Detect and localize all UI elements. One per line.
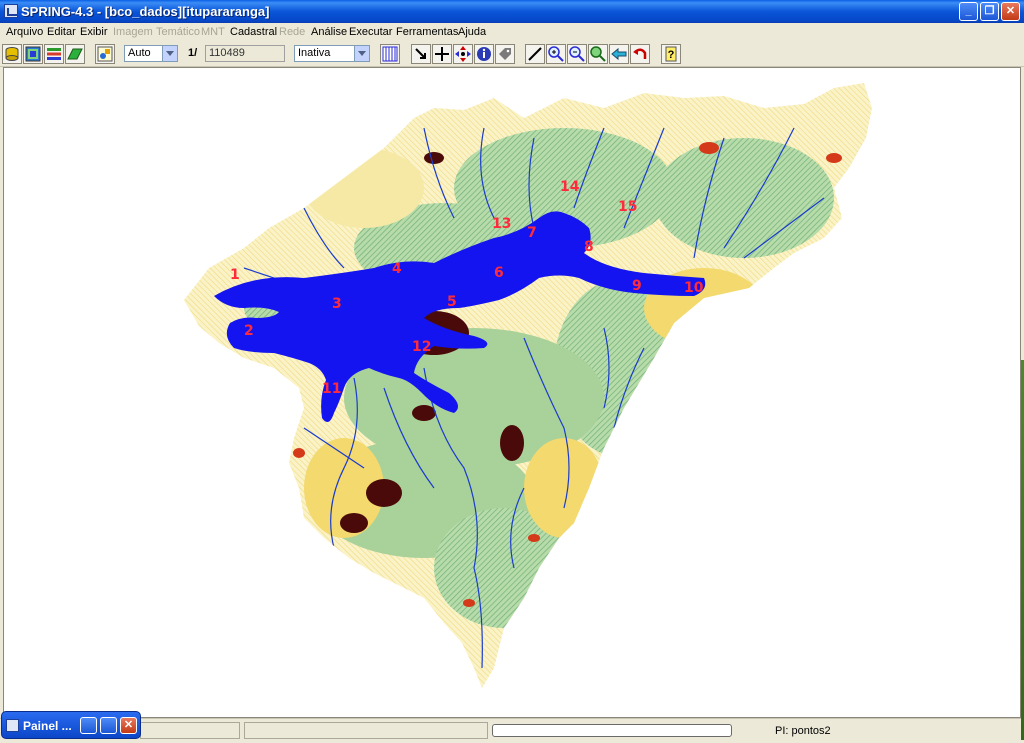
- menu-mnt[interactable]: MNT: [201, 26, 225, 38]
- status-pane: [140, 722, 240, 739]
- map-canvas[interactable]: 1 2 3 4 5 6 7 8 9 10 11 12 13 14 15: [3, 67, 1021, 718]
- restore-button[interactable]: ❐: [980, 2, 999, 21]
- panel-icon: [6, 719, 19, 732]
- point-label-15: 15: [618, 199, 637, 215]
- back-arrow-icon[interactable]: [609, 44, 629, 64]
- window-title: SPRING-4.3 - [bco_dados][itupararanga]: [21, 4, 270, 19]
- point-label-3: 3: [332, 296, 342, 312]
- scale-prefix: 1/: [188, 47, 198, 59]
- status-bar: PI: pontos2: [0, 718, 1024, 743]
- basin-area: [184, 83, 872, 688]
- status-pane: [244, 722, 488, 739]
- menu-bar: Arquivo Editar Exibir Imagem Temático MN…: [0, 23, 1024, 42]
- zoom-mode-value: Auto: [128, 47, 151, 59]
- draw-icon[interactable]: [411, 44, 431, 64]
- info-icon[interactable]: [474, 44, 494, 64]
- menu-rede[interactable]: Rede: [279, 26, 305, 38]
- panel-close-button[interactable]: ✕: [120, 717, 137, 734]
- menu-analise[interactable]: Análise: [311, 26, 347, 38]
- grid-icon[interactable]: [380, 44, 400, 64]
- menu-exibir[interactable]: Exibir: [80, 26, 108, 38]
- menu-editar[interactable]: Editar: [47, 26, 76, 38]
- point-label-8: 8: [584, 239, 594, 255]
- title-bar[interactable]: SPRING-4.3 - [bco_dados][itupararanga] _…: [0, 0, 1024, 23]
- layers-icon[interactable]: [44, 44, 64, 64]
- point-label-2: 2: [244, 323, 254, 339]
- plane-icon[interactable]: [65, 44, 85, 64]
- point-label-6: 6: [494, 265, 504, 281]
- pan-icon[interactable]: [453, 44, 473, 64]
- panel-maximize-button[interactable]: [100, 717, 117, 734]
- project-icon[interactable]: [23, 44, 43, 64]
- help-icon[interactable]: ?: [661, 44, 681, 64]
- point-label-7: 7: [527, 225, 537, 241]
- zoom-mode-select[interactable]: Auto: [124, 45, 178, 62]
- progress-bar: [492, 724, 732, 737]
- tag-icon[interactable]: [495, 44, 515, 64]
- edit-line-icon[interactable]: [525, 44, 545, 64]
- point-label-13: 13: [492, 216, 511, 232]
- menu-ajuda[interactable]: Ajuda: [458, 26, 486, 38]
- point-label-14: 14: [560, 179, 580, 195]
- menu-cadastral[interactable]: Cadastral: [230, 26, 277, 38]
- minimize-button[interactable]: _: [959, 2, 978, 21]
- menu-ferramentas[interactable]: Ferramentas: [396, 26, 458, 38]
- menu-tematico[interactable]: Temático: [156, 26, 200, 38]
- cursor-mode-select[interactable]: Inativa: [294, 45, 370, 62]
- close-button[interactable]: ✕: [1001, 2, 1020, 21]
- crosshair-icon[interactable]: [432, 44, 452, 64]
- active-pi: PI: pontos2: [775, 725, 831, 737]
- thematic-map: 1 2 3 4 5 6 7 8 9 10 11 12 13 14 15: [184, 83, 872, 688]
- chevron-down-icon: [354, 46, 369, 61]
- zoom-out-icon[interactable]: [567, 44, 587, 64]
- painel-minimized[interactable]: Painel ... ✕: [1, 711, 141, 739]
- menu-executar[interactable]: Executar: [349, 26, 392, 38]
- painel-label: Painel ...: [23, 719, 72, 733]
- point-label-4: 4: [392, 261, 402, 277]
- menu-imagem[interactable]: Imagem: [113, 26, 153, 38]
- point-label-9: 9: [632, 278, 642, 294]
- scale-input[interactable]: 110489: [205, 45, 285, 62]
- database-icon[interactable]: [2, 44, 22, 64]
- spring-window: SPRING-4.3 - [bco_dados][itupararanga] _…: [0, 0, 1024, 743]
- undo-icon[interactable]: [630, 44, 650, 64]
- point-label-12: 12: [412, 339, 431, 355]
- chevron-down-icon: [162, 46, 177, 61]
- zoom-area-icon[interactable]: [588, 44, 608, 64]
- app-icon: [4, 4, 18, 18]
- point-label-5: 5: [447, 294, 457, 310]
- panel-restore-button[interactable]: [80, 717, 97, 734]
- graphic-icon[interactable]: [95, 44, 115, 64]
- point-label-10: 10: [684, 280, 704, 296]
- point-label-11: 11: [322, 381, 341, 397]
- toolbar: Auto 1/ 110489 Inativa ?: [0, 42, 1024, 67]
- cursor-mode-value: Inativa: [298, 47, 331, 59]
- menu-arquivo[interactable]: Arquivo: [6, 26, 43, 38]
- point-label-1: 1: [230, 267, 240, 283]
- svg-text:?: ?: [668, 49, 675, 61]
- zoom-in-icon[interactable]: [546, 44, 566, 64]
